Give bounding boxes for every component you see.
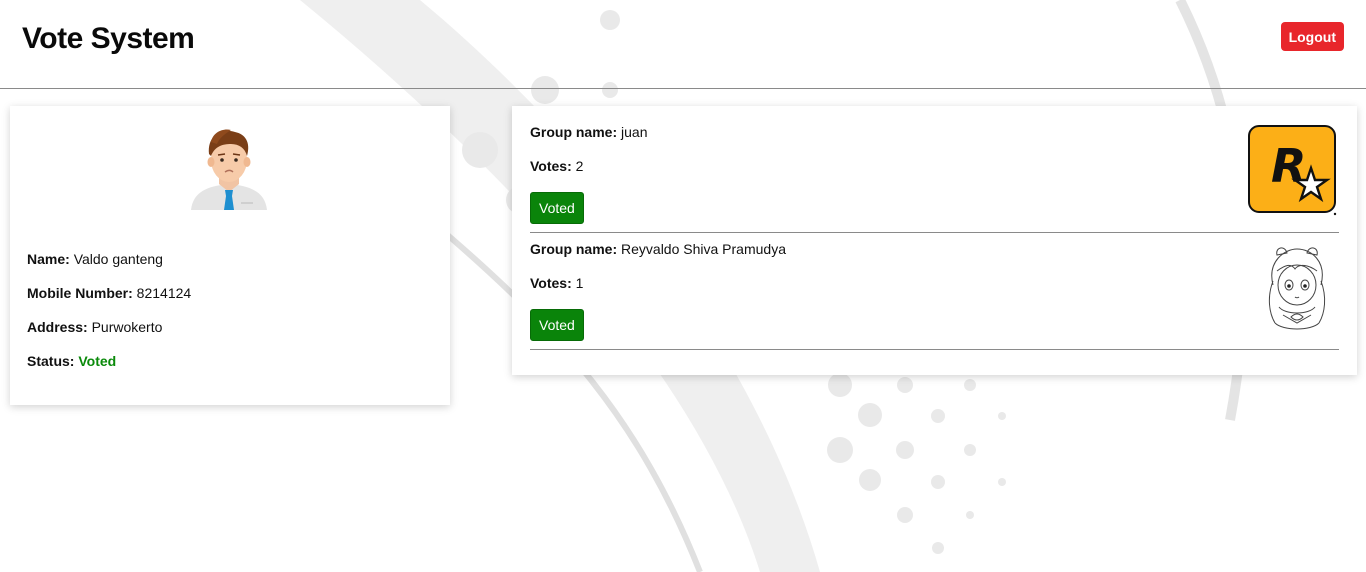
group-name-line: Group name: Reyvaldo Shiva Pramudya (530, 241, 786, 257)
name-label: Name: (27, 251, 70, 267)
group-item: Group name: Reyvaldo Shiva Pramudya Vote… (530, 241, 1339, 350)
voter-address: Address: Purwokerto (27, 319, 162, 335)
group-name-line: Group name: juan (530, 124, 647, 140)
votes-line: Votes: 1 (530, 275, 583, 291)
voted-button[interactable]: Voted (530, 309, 584, 341)
address-value: Purwokerto (91, 319, 163, 335)
group-name-label: Group name: (530, 241, 618, 257)
group-name-label: Group name: (530, 124, 618, 140)
votes-label: Votes: (530, 275, 572, 291)
rockstar-logo-icon: R (1248, 125, 1337, 216)
top-header: Vote System Logout (0, 0, 1366, 89)
voter-mobile: Mobile Number: 8214124 (27, 285, 191, 301)
voter-name: Name: Valdo ganteng (27, 251, 163, 267)
voted-button[interactable]: Voted (530, 192, 584, 224)
group-item: Group name: juan Votes: 2 Voted R (530, 124, 1339, 233)
logout-button[interactable]: Logout (1280, 22, 1344, 51)
group-name-value: juan (621, 124, 648, 140)
status-badge: Voted (78, 353, 117, 369)
voter-profile-card: Name: Valdo ganteng Mobile Number: 82141… (10, 106, 450, 405)
name-value: Valdo ganteng (73, 251, 163, 267)
groups-list-card: Group name: juan Votes: 2 Voted R Group … (512, 106, 1357, 375)
status-label: Status: (27, 353, 75, 369)
anime-girl-sketch-icon (1255, 241, 1339, 333)
page-title: Vote System (22, 22, 195, 55)
votes-value: 2 (575, 158, 584, 174)
voter-status: Status: Voted (27, 353, 116, 369)
address-label: Address: (27, 319, 88, 335)
mobile-label: Mobile Number: (27, 285, 133, 301)
votes-line: Votes: 2 (530, 158, 583, 174)
group-name-value: Reyvaldo Shiva Pramudya (621, 241, 786, 257)
votes-value: 1 (575, 275, 584, 291)
votes-label: Votes: (530, 158, 572, 174)
mobile-value: 8214124 (136, 285, 192, 301)
man-avatar-icon (191, 129, 267, 210)
